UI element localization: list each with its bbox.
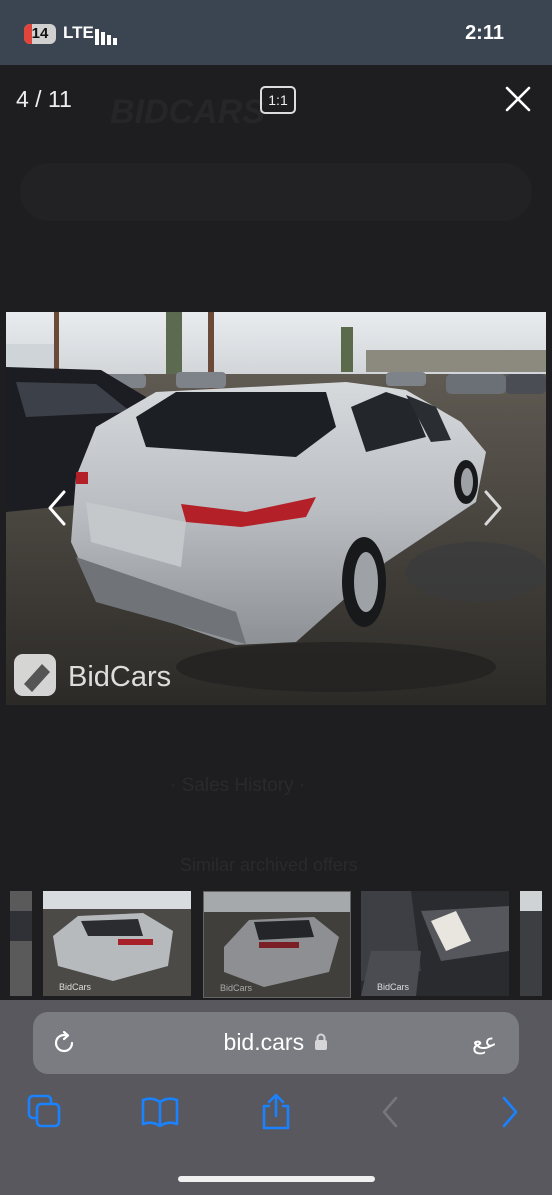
bookmarks-icon[interactable] — [140, 1092, 180, 1132]
status-bar: 14 LTE 2:11 — [0, 0, 552, 65]
image-viewer: BIDCARS · Sales History · Similar archiv… — [0, 65, 552, 1000]
background-search — [20, 163, 532, 221]
car-photo[interactable]: BidCars — [6, 312, 546, 705]
battery-indicator: 14 — [24, 24, 56, 44]
battery-level: 14 — [31, 25, 49, 42]
home-indicator[interactable] — [178, 1176, 375, 1182]
address-bar[interactable]: bid.cars ع​ع — [33, 1012, 519, 1074]
back-icon — [382, 1096, 398, 1128]
thumbnail-watermark: BidCars — [220, 983, 253, 993]
share-icon[interactable] — [256, 1092, 296, 1132]
thumbnail[interactable] — [10, 891, 32, 996]
background-text: Similar archived offers — [180, 855, 358, 875]
thumbnail[interactable]: BidCars — [361, 891, 509, 996]
signal-icon — [95, 27, 119, 45]
chevron-right-icon[interactable] — [481, 488, 505, 528]
close-icon[interactable] — [504, 85, 532, 113]
zoom-ratio-button[interactable]: 1:1 — [260, 86, 296, 114]
image-counter: 4 / 11 — [16, 86, 72, 112]
url-text: bid.cars — [223, 1029, 305, 1055]
thumbnail[interactable] — [520, 891, 542, 996]
text-size-button[interactable]: ع​ع — [472, 1029, 497, 1055]
watermark-text: BidCars — [68, 661, 172, 693]
thumbnail-active[interactable]: BidCars — [203, 891, 351, 998]
browser-toolbar: bid.cars ع​ع — [0, 1000, 552, 1195]
thumbnail-watermark: BidCars — [377, 982, 410, 992]
chevron-left-icon[interactable] — [45, 488, 69, 528]
thumbnail-strip: BidCars BidCars BidCars — [0, 889, 552, 999]
url-display: bid.cars — [33, 1029, 519, 1056]
lock-icon — [315, 1033, 328, 1050]
network-type: LTE — [63, 23, 94, 42]
car-image — [6, 312, 546, 705]
thumbnail[interactable]: BidCars — [43, 891, 191, 996]
clock: 2:11 — [465, 22, 504, 44]
background-text: · Sales History · — [170, 775, 306, 796]
thumbnail-watermark: BidCars — [59, 982, 92, 992]
background-logo: BIDCARS — [110, 93, 265, 131]
tabs-icon[interactable] — [25, 1092, 65, 1132]
forward-icon[interactable] — [490, 1092, 530, 1132]
bidcars-logo — [14, 654, 56, 696]
